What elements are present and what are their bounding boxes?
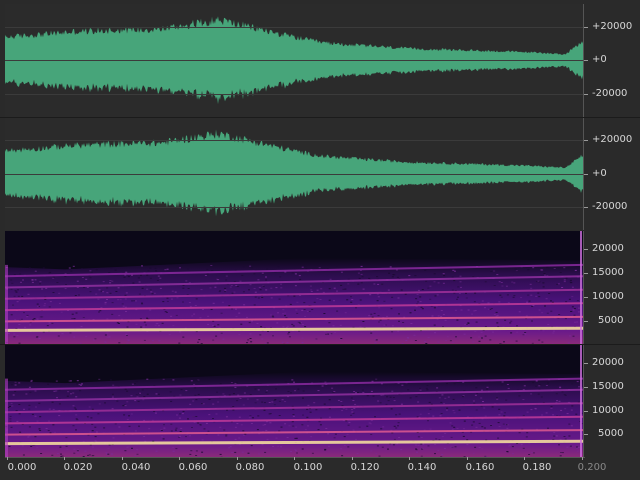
time-tick-label: 0.160 — [465, 462, 495, 473]
spectrogram-plot-2[interactable] — [5, 345, 583, 457]
waveform-channel-2: +20000 +0 -20000 — [0, 118, 640, 230]
audio-editor-view: +20000 +0 -20000 +20000 +0 -20000 20000 … — [0, 0, 640, 480]
frequency-tick-label: 15000 — [592, 267, 624, 278]
waveform-plot-2[interactable] — [5, 118, 583, 230]
spectrogram-2-graph — [5, 345, 583, 457]
time-tick-label: 0.100 — [293, 462, 323, 473]
frequency-tick-label: 20000 — [592, 243, 624, 254]
time-tick-label: 0.180 — [522, 462, 552, 473]
time-tick-label: 0.060 — [178, 462, 208, 473]
amplitude-tick-label: -20000 — [592, 88, 628, 99]
amplitude-tick-label: -20000 — [592, 201, 628, 212]
time-tick-label: 0.120 — [350, 462, 380, 473]
time-axis[interactable]: 0.000 0.020 0.040 0.060 0.080 0.100 0.12… — [0, 457, 640, 480]
time-tick-label: 0.040 — [121, 462, 151, 473]
amplitude-tick-label: +0 — [592, 168, 607, 179]
frequency-tick-label: 5000 — [598, 428, 624, 439]
time-tick-label: 0.080 — [235, 462, 265, 473]
time-tick-label: 0.200 — [577, 462, 607, 473]
frequency-tick-label: 5000 — [598, 315, 624, 326]
amplitude-tick-label: +0 — [592, 54, 607, 65]
frequency-tick-label: 10000 — [592, 291, 624, 302]
time-tick-label: 0.140 — [407, 462, 437, 473]
spectrogram-channel-1: 20000 15000 10000 5000 — [0, 231, 640, 344]
amplitude-tick-label: +20000 — [592, 21, 633, 32]
time-tick-label: 0.020 — [63, 462, 93, 473]
frequency-tick-label: 10000 — [592, 405, 624, 416]
frequency-tick-label: 15000 — [592, 381, 624, 392]
spectrogram-1-graph — [5, 231, 583, 344]
spectrogram-channel-2: 20000 15000 10000 5000 — [0, 345, 640, 457]
waveform-channel-1: +20000 +0 -20000 — [0, 4, 640, 117]
frequency-tick-label: 20000 — [592, 357, 624, 368]
time-tick-label: 0.000 — [7, 462, 37, 473]
waveform-plot-1[interactable] — [5, 4, 583, 117]
spectrogram-plot-1[interactable] — [5, 231, 583, 344]
amplitude-tick-label: +20000 — [592, 134, 633, 145]
